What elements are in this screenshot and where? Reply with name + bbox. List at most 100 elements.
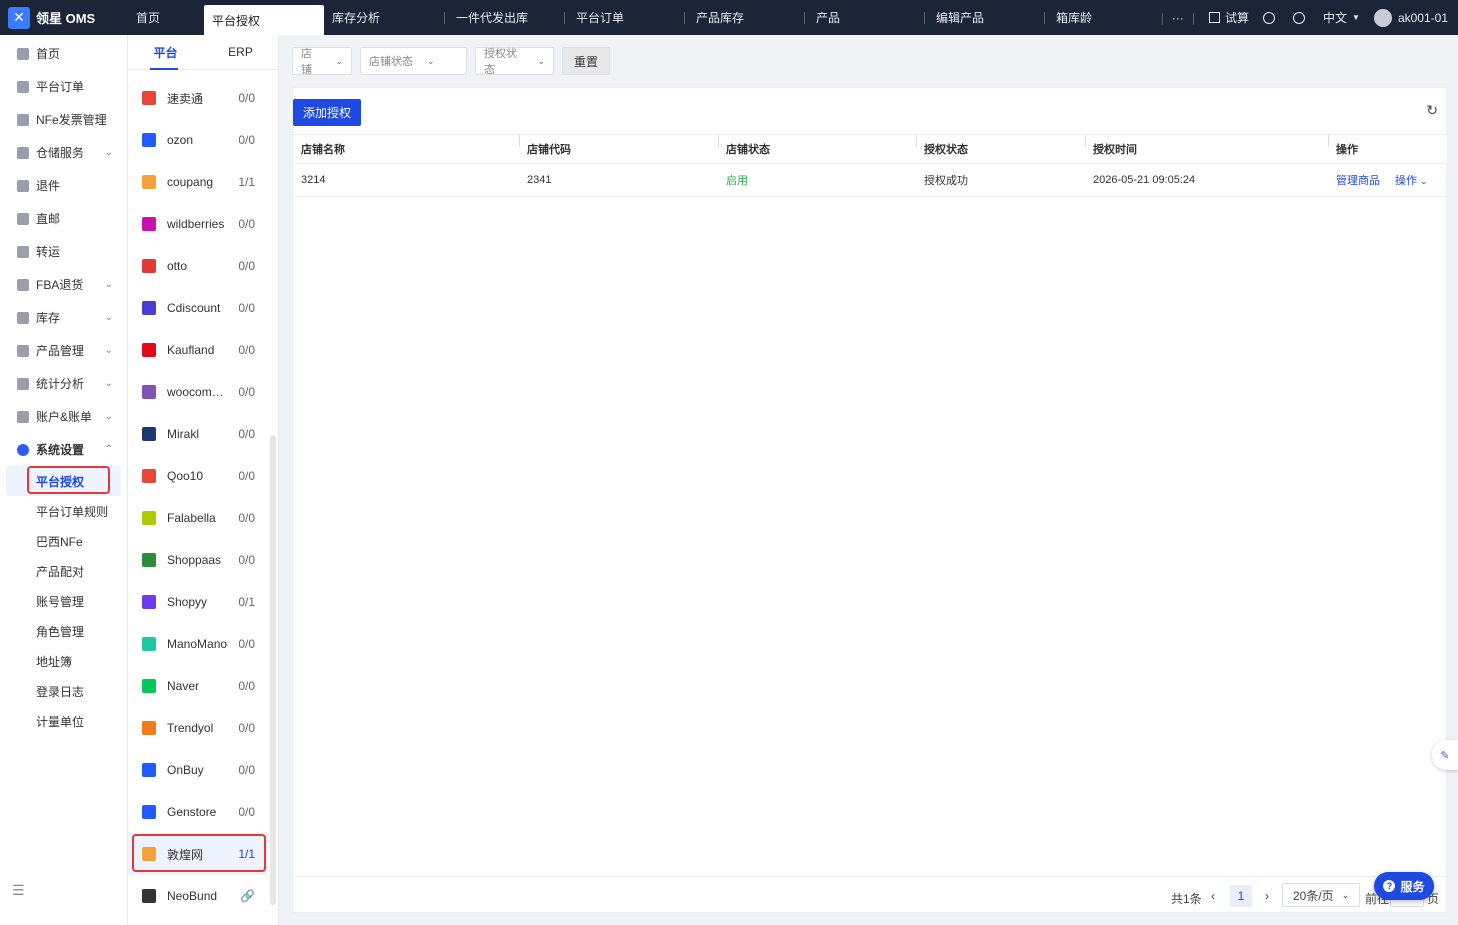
header-store-name[interactable]: 店铺名称 — [293, 141, 519, 157]
tab-platform[interactable]: 平台 — [128, 35, 203, 70]
operations-dropdown[interactable]: 操作 ⌄ — [1395, 172, 1428, 188]
sidebar-item-nfe[interactable]: NFe发票管理 — [0, 103, 127, 136]
tab-product-inventory[interactable]: 产品库存 — [684, 0, 804, 35]
sidebar-sub-label: 平台订单规则 — [36, 504, 109, 519]
sidebar-item-direct-mail[interactable]: 直邮 — [0, 202, 127, 235]
sidebar-item-returns[interactable]: 退件 — [0, 169, 127, 202]
tab-box-age[interactable]: 箱库龄 — [1044, 0, 1144, 35]
sidebar-item-products[interactable]: 产品管理 ⌄ — [0, 334, 127, 367]
sidebar-sub-units[interactable]: 计量单位 — [0, 706, 127, 736]
sidebar-sub-order-rules[interactable]: 平台订单规则 — [0, 496, 127, 526]
app-logo[interactable]: ✕ 领星 OMS — [0, 0, 128, 35]
platform-item[interactable]: woocommerce 0/0 — [128, 371, 268, 413]
reset-button[interactable]: 重置 — [562, 47, 611, 75]
platform-item[interactable]: ozon 0/0 — [128, 119, 268, 161]
refresh-icon[interactable]: ↻ — [1426, 102, 1438, 119]
header-auth-status[interactable]: 授权状态 — [916, 135, 1085, 157]
store-select[interactable]: 店铺 ⌄ — [292, 47, 352, 76]
trial-calc-button[interactable]: 试算 — [1209, 9, 1249, 26]
platform-item[interactable]: Kaufland 0/0 — [128, 329, 268, 371]
platform-list: 速卖通 0/0 ozon 0/0 coupang 1/1 wildberries 0/0 ott… — [128, 77, 268, 917]
sidebar-item-label: NFe发票管理 — [36, 113, 107, 127]
chevron-down-icon: ⌄ — [104, 312, 113, 323]
platform-count: 0/0 — [238, 385, 255, 399]
scrollbar[interactable] — [270, 435, 276, 905]
prev-page-button[interactable]: ‹ — [1211, 889, 1215, 903]
sidebar-item-fba-returns[interactable]: FBA退货 ⌄ — [0, 268, 127, 301]
tab-dropship-outbound[interactable]: 一件代发出库 — [444, 0, 564, 35]
next-page-button[interactable]: › — [1265, 889, 1269, 903]
sidebar-item-warehouse[interactable]: 仓储服务 ⌄ — [0, 136, 127, 169]
platform-item[interactable]: Cdiscount 0/0 — [128, 287, 268, 329]
platform-item[interactable]: otto 0/0 — [128, 245, 268, 287]
page-size-select[interactable]: 20条/页 ⌄ — [1282, 883, 1361, 907]
caret-down-icon: ▼ — [1352, 13, 1360, 22]
header-store-status[interactable]: 店铺状态 — [718, 135, 916, 157]
platform-item[interactable]: NeoBund 🔗 — [128, 875, 268, 917]
sidebar-item-statistics[interactable]: 统计分析 ⌄ — [0, 367, 127, 400]
platform-item[interactable]: Shoppaas 0/0 — [128, 539, 268, 581]
auth-status-select[interactable]: 授权状态 ⌄ — [475, 47, 554, 76]
transfer-icon — [17, 245, 29, 258]
user-menu[interactable]: ak001-01 — [1373, 8, 1448, 27]
platform-item[interactable]: Genstore 0/0 — [128, 791, 268, 833]
header-auth-time[interactable]: 授权时间 — [1085, 135, 1328, 157]
manage-products-link[interactable]: 管理商品 — [1336, 172, 1380, 188]
falabella-icon — [142, 511, 156, 525]
trendyol-icon — [142, 721, 156, 735]
sidebar-item-inventory[interactable]: 库存 ⌄ — [0, 301, 127, 334]
platform-item[interactable]: Trendyol 0/0 — [128, 707, 268, 749]
tab-edit-product[interactable]: 编辑产品 — [924, 0, 1044, 35]
sidebar-sub-roles[interactable]: 角色管理 — [0, 616, 127, 646]
sidebar-item-home[interactable]: 首页 — [0, 37, 127, 70]
sidebar-item-platform-orders[interactable]: 平台订单 — [0, 70, 127, 103]
more-tabs-button[interactable]: | ··· | — [1161, 11, 1195, 25]
store-status-select[interactable]: 店铺状态 ⌄ — [360, 47, 467, 75]
platform-item[interactable]: Shopyy 0/1 — [128, 581, 268, 623]
tab-product[interactable]: 产品 — [804, 0, 924, 35]
platform-name: Falabella — [167, 511, 216, 525]
platform-panel: 平台 ERP 速卖通 0/0 ozon 0/0 coupang 1/1 wildberrie… — [128, 35, 279, 925]
tab-label: 一件代发出库 — [456, 11, 529, 25]
service-button[interactable]: ? 服务 — [1374, 872, 1434, 900]
woocommerce-icon — [142, 385, 156, 399]
tab-platform-auth[interactable]: 平台授权 — [204, 5, 324, 35]
highlight-annotation — [27, 466, 110, 494]
sidebar-sub-brazil-nfe[interactable]: 巴西NFe — [0, 526, 127, 556]
platform-item[interactable]: coupang 1/1 — [128, 161, 268, 203]
download-button[interactable] — [1263, 11, 1279, 24]
platform-item[interactable]: 速卖通 0/0 — [128, 77, 268, 119]
add-auth-button[interactable]: 添加授权 — [293, 99, 362, 126]
assistant-float-button[interactable]: ✎ — [1432, 740, 1458, 770]
sidebar-sub-address-book[interactable]: 地址簿 — [0, 646, 127, 676]
tab-separator — [804, 12, 805, 24]
language-select[interactable]: 中文 ▼ — [1323, 9, 1360, 26]
platform-item[interactable]: wildberries 0/0 — [128, 203, 268, 245]
tab-platform-orders[interactable]: 平台订单 — [564, 0, 684, 35]
settings-button[interactable] — [1293, 11, 1309, 24]
header-store-code[interactable]: 店铺代码 — [519, 135, 718, 157]
collapse-menu-icon[interactable]: ☰ — [12, 882, 25, 899]
sidebar-sub-login-log[interactable]: 登录日志 — [0, 676, 127, 706]
button-label: 重置 — [574, 54, 599, 69]
platform-item[interactable]: ManoMano 0/0 — [128, 623, 268, 665]
page-1-button[interactable]: 1 — [1230, 885, 1252, 907]
ozon-icon — [142, 133, 156, 147]
platform-item[interactable]: Mirakl 0/0 — [128, 413, 268, 455]
platform-count: 0/0 — [238, 763, 255, 777]
sidebar-item-settings[interactable]: 系统设置 ⌃ — [0, 433, 127, 466]
tab-inventory-analysis[interactable]: 库存分析 — [324, 0, 444, 35]
sidebar-item-billing[interactable]: 账户&账单 ⌄ — [0, 400, 127, 433]
sidebar-sub-accounts[interactable]: 账号管理 — [0, 586, 127, 616]
sidebar-item-transfer[interactable]: 转运 — [0, 235, 127, 268]
neobund-icon — [142, 889, 156, 903]
platform-item[interactable]: Qoo10 0/0 — [128, 455, 268, 497]
sidebar-sub-product-pairing[interactable]: 产品配对 — [0, 556, 127, 586]
platform-item[interactable]: Falabella 0/0 — [128, 497, 268, 539]
app-name: 领星 OMS — [36, 11, 96, 26]
tab-home[interactable]: 首页 — [128, 0, 204, 35]
platform-item[interactable]: Naver 0/0 — [128, 665, 268, 707]
platform-item[interactable]: OnBuy 0/0 — [128, 749, 268, 791]
product-icon — [17, 344, 29, 357]
tab-erp[interactable]: ERP — [203, 35, 278, 69]
